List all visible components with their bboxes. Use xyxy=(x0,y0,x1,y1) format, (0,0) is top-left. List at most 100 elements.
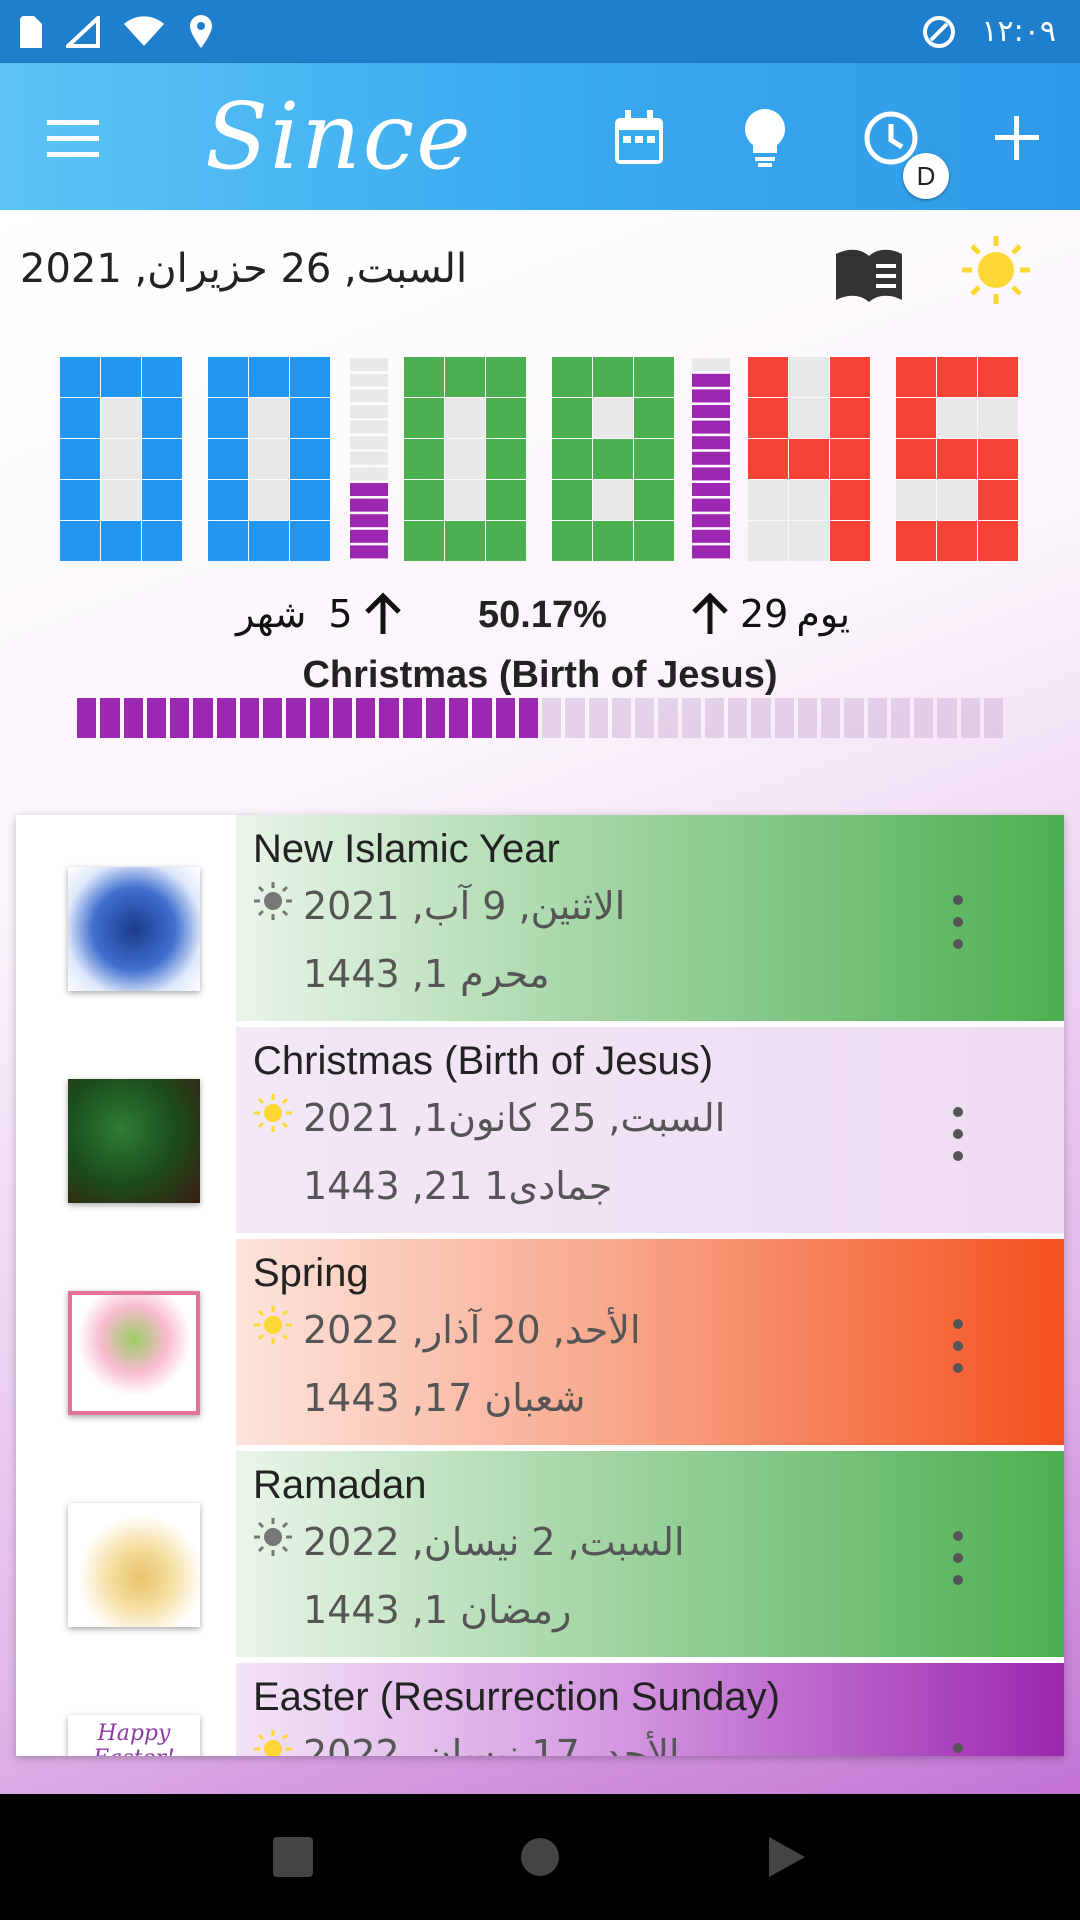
event-list[interactable]: New Islamic Year الاثنين, 9 آب, 2021 محرم … xyxy=(16,815,1064,1756)
progress-segment xyxy=(332,698,352,738)
event-gregorian-date: السبت, 2 نيسان, 2022 xyxy=(253,1517,685,1566)
progress-segment xyxy=(518,698,538,738)
hijri-date-text: محرم 1, 1443 xyxy=(303,951,550,996)
progress-segment xyxy=(751,698,771,738)
sun-icon[interactable] xyxy=(960,234,1032,306)
progress-segment xyxy=(774,698,794,738)
moon-icon xyxy=(253,1373,293,1422)
book-icon[interactable] xyxy=(834,248,904,302)
more-options-icon[interactable] xyxy=(946,1743,970,1756)
progress-segment xyxy=(379,698,399,738)
progress-segment xyxy=(193,698,213,738)
progress-segment xyxy=(960,698,980,738)
gregorian-date-text: السبت, 2 نيسان, 2022 xyxy=(303,1519,685,1564)
event-hijri-date: جمادى1 21, 1443 xyxy=(253,1161,612,1210)
sun-icon xyxy=(253,1093,293,1142)
hijri-date-text: رمضان 1, 1443 xyxy=(303,1587,572,1632)
progress-segment xyxy=(170,698,190,738)
calendar-icon[interactable] xyxy=(604,103,674,173)
progress-segment xyxy=(983,698,1003,738)
event-row[interactable]: Spring الأحد, 20 آذار, 2022 شعبان 17, 1443 xyxy=(16,1239,1064,1445)
sim-icon xyxy=(20,15,42,48)
progress-segment xyxy=(588,698,608,738)
event-row[interactable]: Ramadan السبت, 2 نيسان, 2022 رمضان 1, 1443 xyxy=(16,1451,1064,1657)
event-name: Christmas (Birth of Jesus) xyxy=(253,1039,714,1083)
progress-segment xyxy=(542,698,562,738)
hijri-date-text: جمادى1 21, 1443 xyxy=(303,1163,613,1208)
event-name: Ramadan xyxy=(253,1463,427,1507)
easter-image[interactable]: Happy Easter! xyxy=(68,1715,200,1756)
countdown-separator xyxy=(350,358,388,559)
more-options-icon[interactable] xyxy=(946,1107,970,1161)
event-name: Spring xyxy=(253,1251,369,1295)
progress-segment xyxy=(216,698,236,738)
months-summary: شهر 5 xyxy=(236,592,405,636)
progress-segment xyxy=(890,698,910,738)
event-gregorian-date: الأحد, 20 آذار, 2022 xyxy=(253,1305,641,1354)
sync-icon xyxy=(923,15,956,48)
countdown-digit xyxy=(404,357,526,561)
lightbulb-icon[interactable] xyxy=(730,103,800,173)
event-row[interactable]: New Islamic Year الاثنين, 9 آب, 2021 محرم … xyxy=(16,815,1064,1021)
app-title: Since xyxy=(205,83,473,190)
recents-icon[interactable] xyxy=(273,1837,314,1877)
progress-segment xyxy=(286,698,306,738)
event-row[interactable]: Christmas (Birth of Jesus) السبت, 25 كانو… xyxy=(16,1027,1064,1233)
progress-percent: 50.17% xyxy=(478,594,607,636)
countdown-digit xyxy=(896,357,1018,561)
navigation-bar xyxy=(0,1794,1080,1920)
progress-segment xyxy=(402,698,422,738)
countdown-digit xyxy=(748,357,870,561)
hijri-date-text: شعبان 17, 1443 xyxy=(303,1375,586,1420)
progress-segment xyxy=(77,698,97,738)
more-options-icon[interactable] xyxy=(946,1531,970,1585)
progress-segment xyxy=(263,698,283,738)
countdown-event-name: Christmas (Birth of Jesus) xyxy=(302,654,778,696)
main-content: السبت, 26 حزيران, 2021 شهر 5 50.17% 29 ي… xyxy=(0,210,1080,1794)
event-name: Easter (Resurrection Sunday) xyxy=(253,1675,780,1719)
days-label: يوم xyxy=(796,592,851,636)
christmas-tree-image[interactable] xyxy=(68,1079,200,1203)
sun-icon xyxy=(253,1517,293,1566)
plus-icon[interactable] xyxy=(982,103,1052,173)
spring-tree-image[interactable] xyxy=(68,1291,200,1415)
islamic-new-year-image[interactable] xyxy=(68,867,200,991)
signal-icon xyxy=(66,15,100,48)
countdown-digit xyxy=(208,357,330,561)
progress-segment xyxy=(123,698,143,738)
status-time: ١٢:٠٩ xyxy=(981,14,1056,49)
event-row[interactable]: Happy Easter! Easter (Resurrection Sunday… xyxy=(16,1663,1064,1756)
progress-segment xyxy=(821,698,841,738)
progress-segment xyxy=(728,698,748,738)
today-date: السبت, 26 حزيران, 2021 xyxy=(20,246,468,292)
gregorian-date-text: الأحد, 20 آذار, 2022 xyxy=(303,1307,641,1352)
back-icon[interactable] xyxy=(767,1835,807,1879)
sun-icon xyxy=(253,1729,293,1756)
progress-segment xyxy=(937,698,957,738)
progress-segment xyxy=(449,698,469,738)
moon-icon xyxy=(253,1585,293,1634)
event-hijri-date: محرم 1, 1443 xyxy=(253,949,550,998)
ramadan-mosque-image[interactable] xyxy=(68,1503,200,1627)
countdown-digit xyxy=(552,357,674,561)
menu-icon[interactable] xyxy=(38,103,108,173)
progress-segment xyxy=(146,698,166,738)
sun-icon xyxy=(253,1305,293,1354)
progress-segment xyxy=(611,698,631,738)
progress-segment xyxy=(914,698,934,738)
progress-segment xyxy=(797,698,817,738)
event-name: New Islamic Year xyxy=(253,827,560,871)
more-options-icon[interactable] xyxy=(946,895,970,949)
progress-segment xyxy=(356,698,376,738)
progress-segment xyxy=(472,698,492,738)
progress-segment xyxy=(844,698,864,738)
months-label: شهر xyxy=(236,592,307,636)
home-icon[interactable] xyxy=(520,1837,560,1877)
event-gregorian-date: الاثنين, 9 آب, 2021 xyxy=(253,881,625,930)
days-summary: 29 يوم xyxy=(688,592,850,636)
status-bar: ١٢:٠٩ xyxy=(0,0,1080,63)
progress-segment xyxy=(681,698,701,738)
progress-segment xyxy=(239,698,259,738)
months-value: 5 xyxy=(328,592,353,636)
more-options-icon[interactable] xyxy=(946,1319,970,1373)
